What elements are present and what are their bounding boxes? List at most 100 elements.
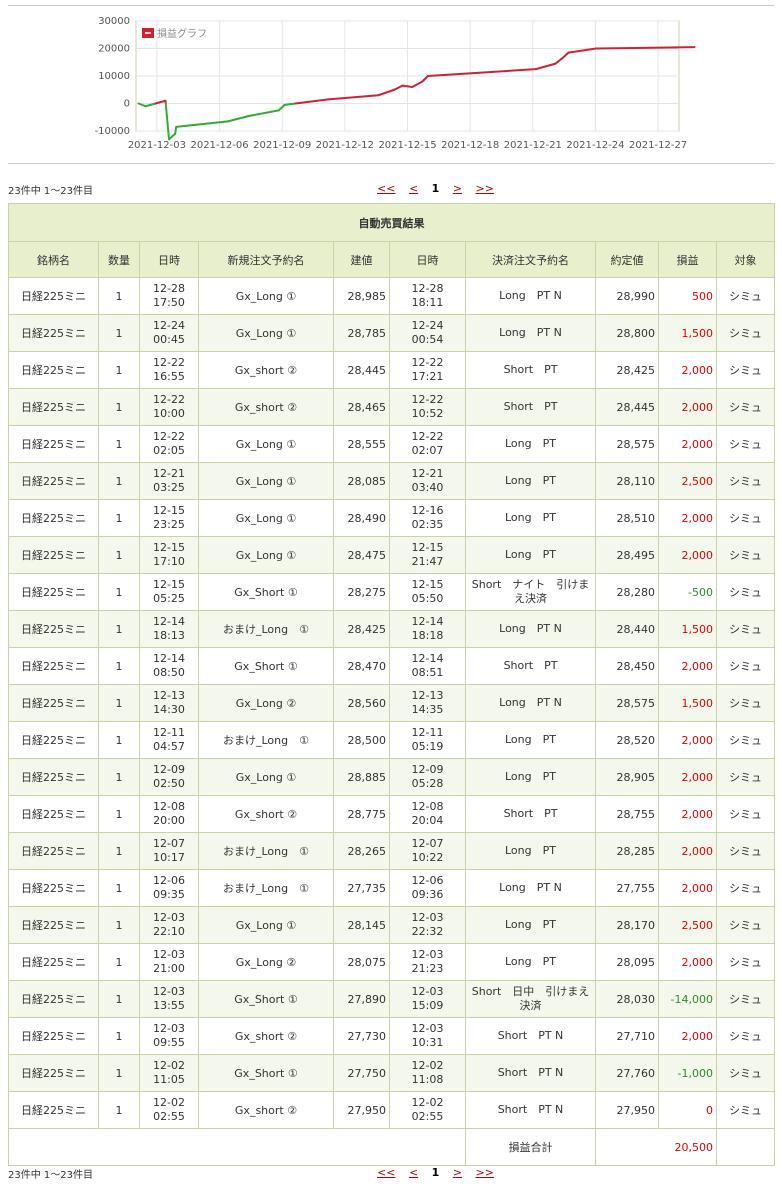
entry-price-cell: 28,265 [333,832,390,870]
entry-price-cell: 27,735 [333,869,390,907]
table-row: 日経225ミニ 1 12-21 03:25 Gx_Long ① 28,085 12-21 … [8,462,776,500]
table-row: 日経225ミニ 1 12-09 02:50 Gx_Long ① 28,885 12-09 … [8,758,776,796]
profit-chart: 30000 20000 10000 0 -10000 2021-12-03 2021-12-… [0,0,782,160]
entry-order-cell: Gx_short ② [198,388,334,426]
table-row: 日経225ミニ 1 12-15 23:25 Gx_Long ① 28,490 12-16 … [8,499,776,537]
entry-order-cell: Gx_short ② [198,1017,334,1055]
entry-time-cell: 12-14 18:13 [139,610,199,648]
entry-order-cell: Gx_Long ① [198,425,334,463]
exit-order-cell: Long PT [465,906,596,944]
exit-price-cell: 28,445 [595,388,659,426]
exit-time-cell: 12-03 15:09 [389,980,466,1018]
pager-top: 23件中 1～23件目 << < 1 > >> [8,182,774,198]
legend-label: 損益グラフ [157,27,207,40]
last-page-link[interactable]: >> [476,182,494,195]
exit-price-cell: 27,755 [595,869,659,907]
entry-price-cell: 28,785 [333,314,390,352]
qty-cell: 1 [98,906,140,944]
exit-time-cell: 12-15 21:47 [389,536,466,574]
target-cell: シミュ [715,980,776,1018]
total-value: 20,500 [595,1128,717,1166]
pl-cell: 2,000 [658,1017,717,1055]
x-tick-label: 2021-12-24 [566,140,624,151]
entry-order-cell: Gx_Short ① [198,980,334,1018]
entry-order-cell: おまけ_Long ① [198,610,334,648]
exit-time-cell: 12-03 21:23 [389,943,466,981]
entry-time-cell: 12-03 22:10 [139,906,199,944]
prev-page-link[interactable]: < [409,1166,418,1179]
entry-price-cell: 28,560 [333,684,390,722]
exit-order-cell: Long PT N [465,277,596,315]
symbol-cell: 日経225ミニ [8,536,99,574]
exit-time-cell: 12-06 09:36 [389,869,466,907]
table-row: 日経225ミニ 1 12-14 08:50 Gx_Short ① 28,470 12-14… [8,647,776,685]
qty-cell: 1 [98,1017,140,1055]
entry-order-cell: おまけ_Long ① [198,869,334,907]
exit-time-cell: 12-22 02:07 [389,425,466,463]
next-page-link[interactable]: > [453,182,462,195]
table-row: 日経225ミニ 1 12-03 13:55 Gx_Short ① 27,890 12-03… [8,980,776,1018]
entry-order-cell: Gx_short ② [198,795,334,833]
pl-cell: 2,000 [658,425,717,463]
pagination: << < 1 > >> [377,182,504,195]
exit-time-cell: 12-03 10:31 [389,1017,466,1055]
qty-cell: 1 [98,425,140,463]
entry-price-cell: 27,890 [333,980,390,1018]
symbol-cell: 日経225ミニ [8,980,99,1018]
col-header-qty: 数量 [98,241,140,278]
first-page-link[interactable]: << [377,182,395,195]
y-tick-label: 10000 [98,71,130,82]
exit-time-cell: 12-28 18:11 [389,277,466,315]
exit-order-cell: Long PT [465,425,596,463]
table-title: 自動売買結果 [7,203,776,242]
qty-cell: 1 [98,684,140,722]
table-row: 日経225ミニ 1 12-02 02:55 Gx_short ② 27,950 12-02… [8,1091,776,1129]
exit-price-cell: 28,285 [595,832,659,870]
target-cell: シミュ [715,869,776,907]
result-count: 23件中 1～23件目 [8,186,93,197]
qty-cell: 1 [98,314,140,352]
exit-time-cell: 12-02 11:08 [389,1054,466,1092]
exit-price-cell: 28,520 [595,721,659,759]
current-page: 1 [431,182,440,195]
qty-cell: 1 [98,832,140,870]
entry-order-cell: Gx_Long ② [198,943,334,981]
exit-order-cell: Long PT [465,499,596,537]
y-tick-label: 30000 [98,16,130,27]
exit-order-cell: Long PT [465,462,596,500]
table-row: 日経225ミニ 1 12-28 17:50 Gx_Long ① 28,985 12-28 … [8,277,776,315]
next-page-link[interactable]: > [453,1166,462,1179]
exit-time-cell: 12-02 02:55 [389,1091,466,1129]
qty-cell: 1 [98,351,140,389]
table-row: 日経225ミニ 1 12-08 20:00 Gx_short ② 28,775 12-08… [8,795,776,833]
exit-order-cell: Long PT [465,758,596,796]
exit-price-cell: 28,095 [595,943,659,981]
target-cell: シミュ [715,684,776,722]
entry-price-cell: 27,730 [333,1017,390,1055]
qty-cell: 1 [98,1091,140,1129]
first-page-link[interactable]: << [377,1166,395,1179]
pagination-bottom: << < 1 > >> [377,1166,504,1179]
pl-cell: 2,000 [658,758,717,796]
x-tick-label: 2021-12-18 [441,140,499,151]
table-row: 日経225ミニ 1 12-15 17:10 Gx_Long ① 28,475 12-15 … [8,536,776,574]
pl-cell: 2,000 [658,721,717,759]
x-tick-label: 2021-12-09 [253,140,311,151]
entry-time-cell: 12-11 04:57 [139,721,199,759]
entry-time-cell: 12-28 17:50 [139,277,199,315]
entry-time-cell: 12-21 03:25 [139,462,199,500]
last-page-link[interactable]: >> [476,1166,494,1179]
symbol-cell: 日経225ミニ [8,351,99,389]
entry-price-cell: 28,085 [333,462,390,500]
exit-price-cell: 28,905 [595,758,659,796]
qty-cell: 1 [98,980,140,1018]
qty-cell: 1 [98,573,140,611]
exit-order-cell: Short PT [465,388,596,426]
prev-page-link[interactable]: < [409,182,418,195]
pl-cell: 2,000 [658,351,717,389]
entry-price-cell: 28,275 [333,573,390,611]
symbol-cell: 日経225ミニ [8,573,99,611]
exit-price-cell: 27,950 [595,1091,659,1129]
pl-cell: 2,000 [658,832,717,870]
pl-cell: 1,500 [658,314,717,352]
